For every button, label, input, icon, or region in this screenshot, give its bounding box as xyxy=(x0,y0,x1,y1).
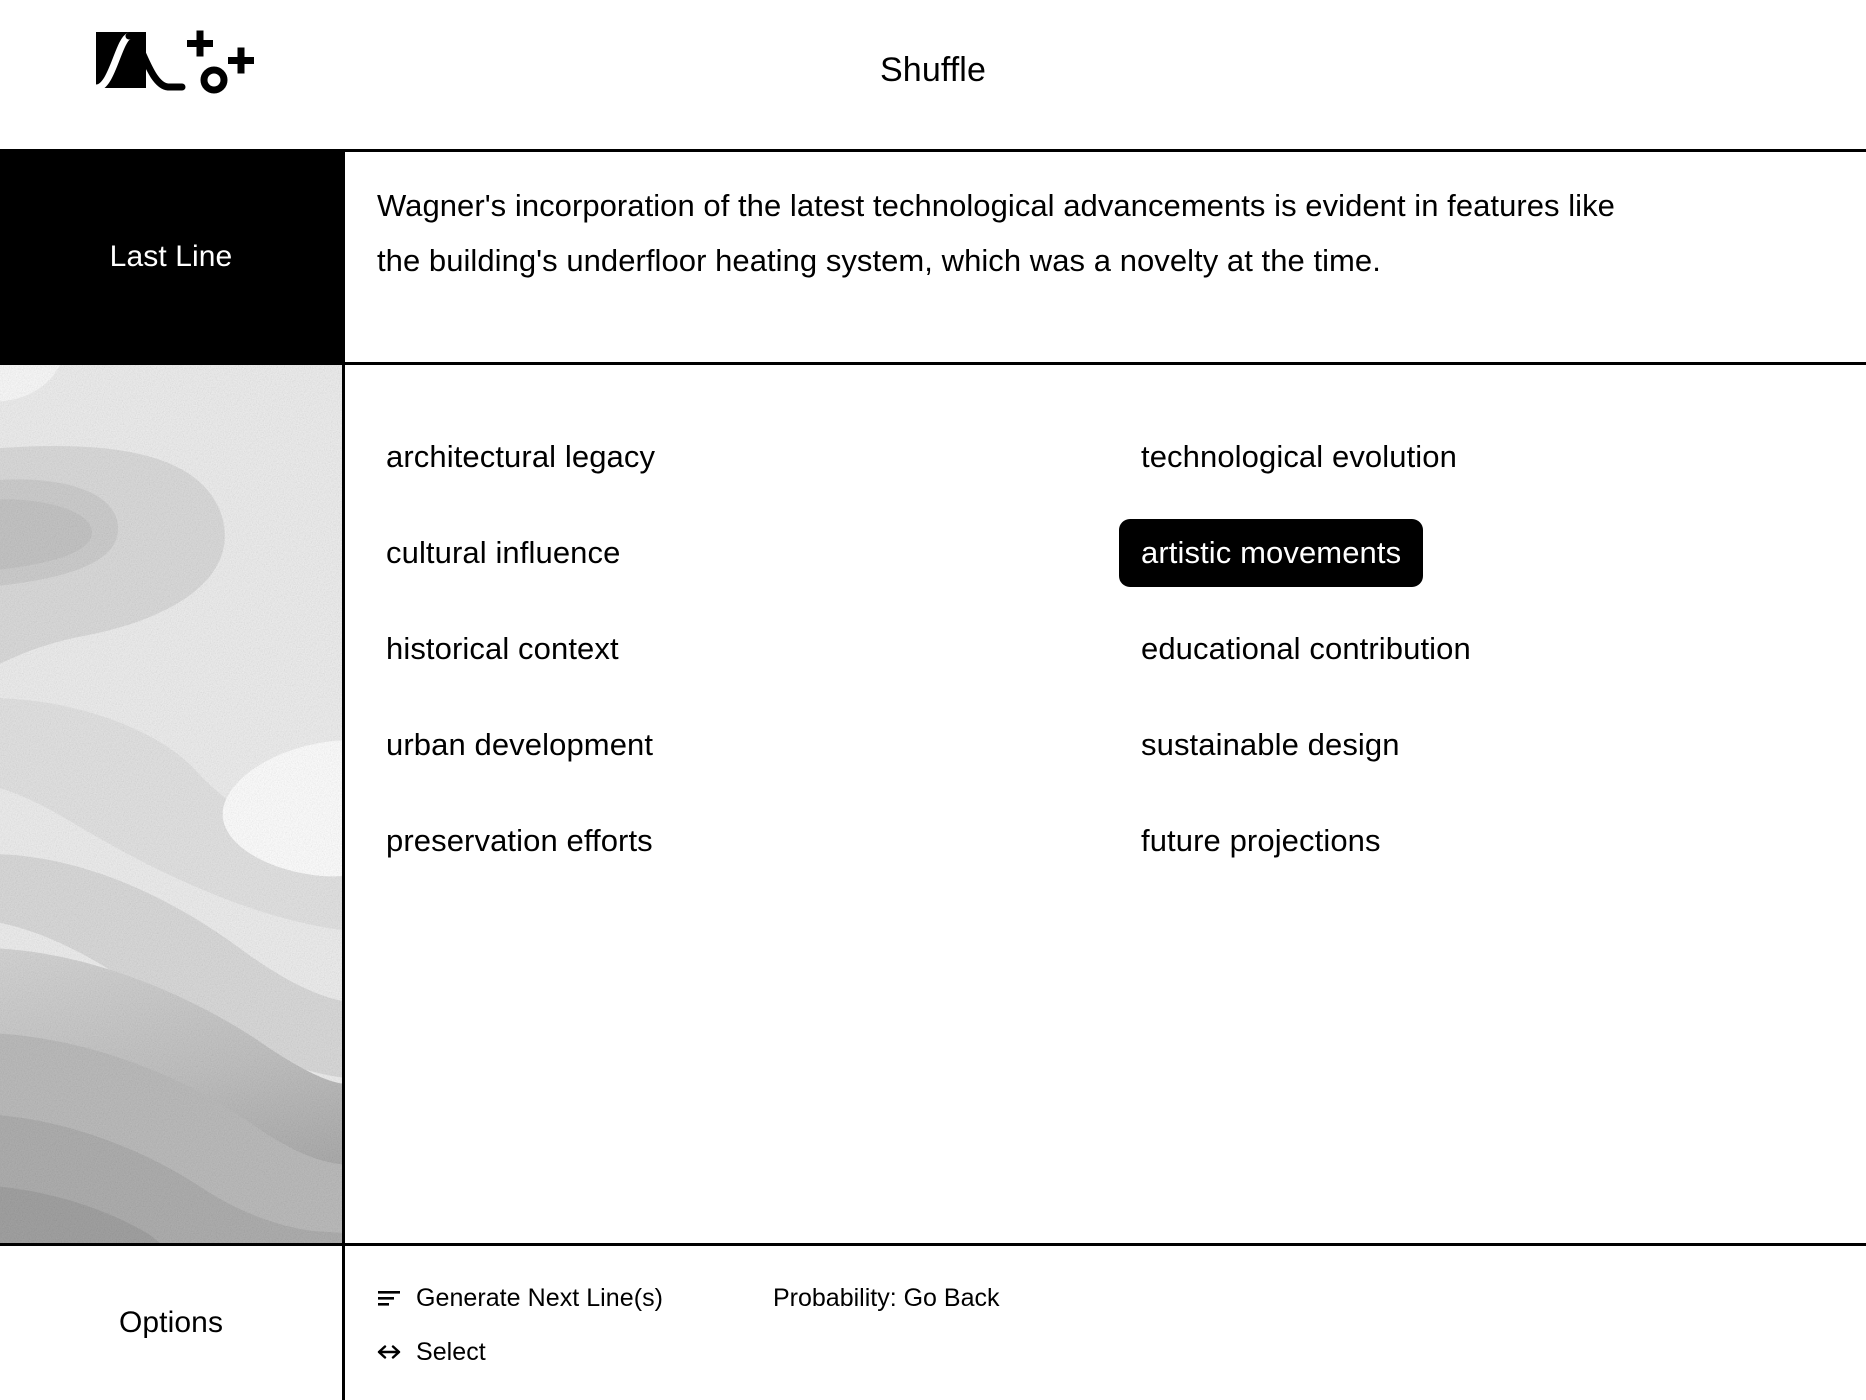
options-rail: Options xyxy=(0,1246,345,1400)
option-item[interactable]: preservation efforts xyxy=(386,793,1141,889)
option-item[interactable]: technological evolution xyxy=(1141,409,1866,505)
option-label: urban development xyxy=(386,727,654,762)
option-item[interactable]: historical context xyxy=(386,601,1141,697)
list-lines-icon xyxy=(376,1285,402,1311)
last-line-text: Wagner's incorporation of the latest tec… xyxy=(377,188,1615,278)
option-item[interactable]: future projections xyxy=(1141,793,1866,889)
hint-row-secondary: Select xyxy=(376,1325,1866,1379)
app-body: Last Line Wagner's incorporation of the … xyxy=(0,152,1866,1400)
option-label: architectural legacy xyxy=(386,439,656,474)
option-item[interactable]: urban development xyxy=(386,697,1141,793)
app-root: Shuffle Last Line Wagner's incorporation… xyxy=(0,0,1866,1400)
option-item[interactable]: educational contribution xyxy=(1141,601,1866,697)
option-label: preservation efforts xyxy=(386,823,653,858)
bottom-bar-section: Options Generate Next Line(s) Probabilit… xyxy=(0,1246,1866,1400)
left-right-arrow-icon xyxy=(376,1339,402,1365)
option-label: artistic movements xyxy=(1119,519,1424,587)
option-label: technological evolution xyxy=(1141,439,1457,474)
last-line-label: Last Line xyxy=(109,240,233,273)
page-title: Shuffle xyxy=(880,51,986,89)
last-line-rail: Last Line xyxy=(0,152,345,362)
option-item[interactable]: cultural influence xyxy=(386,505,1141,601)
hint-select[interactable]: Select xyxy=(376,1337,486,1367)
abstract-topography-image xyxy=(0,365,342,1243)
shortcut-hints-pane: Generate Next Line(s) Probability: Go Ba… xyxy=(345,1246,1866,1400)
shortcut-hints: Generate Next Line(s) Probability: Go Ba… xyxy=(345,1246,1866,1379)
options-label: Options xyxy=(118,1306,224,1339)
options-column-left: architectural legacy cultural influence … xyxy=(345,409,1141,889)
app-header: Shuffle xyxy=(0,0,1866,152)
options-grid: architectural legacy cultural influence … xyxy=(345,365,1866,889)
options-pane: architectural legacy cultural influence … xyxy=(345,365,1866,1243)
last-line-pane: Wagner's incorporation of the latest tec… xyxy=(345,152,1866,362)
options-column-right: technological evolution artistic movemen… xyxy=(1119,409,1866,889)
option-label: educational contribution xyxy=(1141,631,1471,666)
last-line-section: Last Line Wagner's incorporation of the … xyxy=(0,152,1866,365)
option-item-selected[interactable]: artistic movements xyxy=(1119,505,1866,601)
options-section: architectural legacy cultural influence … xyxy=(0,365,1866,1246)
option-label: sustainable design xyxy=(1141,727,1400,762)
hint-row-primary: Generate Next Line(s) Probability: Go Ba… xyxy=(376,1271,1866,1325)
hint-label: Generate Next Line(s) xyxy=(416,1284,663,1312)
option-label: future projections xyxy=(1141,823,1381,858)
decorative-artwork-panel xyxy=(0,365,345,1243)
hint-label: Select xyxy=(416,1338,486,1366)
option-item[interactable]: sustainable design xyxy=(1141,697,1866,793)
option-label: historical context xyxy=(386,631,619,666)
probability-hint[interactable]: Probability: Go Back xyxy=(773,1283,1000,1313)
option-item[interactable]: architectural legacy xyxy=(386,409,1141,505)
hint-generate-next-lines[interactable]: Generate Next Line(s) xyxy=(376,1283,663,1313)
option-label: cultural influence xyxy=(386,535,621,570)
